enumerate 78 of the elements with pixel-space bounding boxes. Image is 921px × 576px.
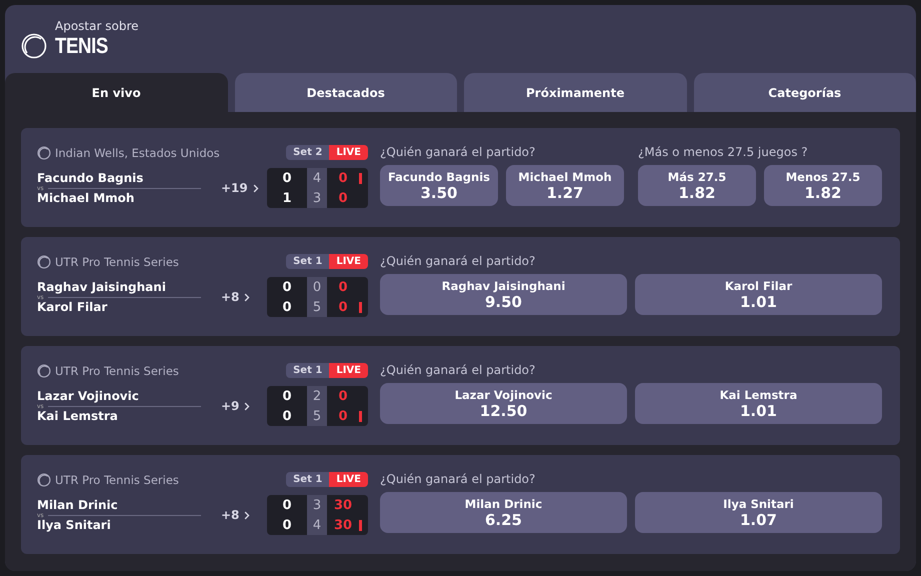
tennis-ball-icon <box>37 254 51 268</box>
live-badge: LIVE <box>329 145 368 160</box>
tab[interactable]: En vivo <box>5 73 228 112</box>
more-markets-link[interactable]: +8 <box>221 508 266 522</box>
tournament-name: UTR Pro Tennis Series <box>55 364 179 378</box>
tennis-ball-icon <box>37 146 51 160</box>
tournament-name: UTR Pro Tennis Series <box>55 472 179 486</box>
more-markets-link[interactable]: +8 <box>221 290 266 304</box>
sets-score: 0 <box>281 298 293 316</box>
live-badge: LIVE <box>329 472 368 487</box>
points-score: 0 <box>337 170 349 188</box>
player-name: Michael Mmoh <box>37 191 136 205</box>
live-badge: LIVE <box>329 254 368 269</box>
tennis-ball-icon <box>37 364 51 378</box>
player-name: Lazar Vojinovic <box>37 389 140 403</box>
tennis-ball-icon <box>37 472 51 486</box>
live-badge: LIVE <box>329 363 368 378</box>
games-score: 4 <box>307 515 327 535</box>
games-score: 5 <box>307 406 327 426</box>
more-markets-link[interactable]: +9 <box>221 399 266 413</box>
player-name: Ilya Snitari <box>37 518 112 532</box>
set-badge: Set 1 <box>286 254 330 269</box>
games-score: 5 <box>307 297 327 317</box>
tab[interactable]: Próximamente <box>464 73 686 112</box>
player-name: Facundo Bagnis <box>37 171 144 185</box>
odds-button[interactable]: Milan Drinic 6.25 <box>380 492 627 533</box>
odds-button[interactable]: Raghav Jaisinghani 9.50 <box>380 274 627 315</box>
odds-button[interactable]: Facundo Bagnis 3.50 <box>380 165 498 206</box>
odds-button[interactable]: Menos 27.5 1.82 <box>764 165 882 206</box>
set-badge: Set 2 <box>286 145 330 160</box>
tennis-ball-icon <box>21 33 47 59</box>
odds-button[interactable]: Karol Filar 1.01 <box>635 274 882 315</box>
player-name: Milan Drinic <box>37 498 119 512</box>
sets-score: 0 <box>281 496 293 514</box>
chevron-right-icon <box>252 184 259 192</box>
odds-button[interactable]: Más 27.5 1.82 <box>638 165 756 206</box>
points-score: 0 <box>337 278 349 296</box>
player-name: Raghav Jaisinghani <box>37 280 167 294</box>
odds-button[interactable]: Michael Mmoh 1.27 <box>506 165 624 206</box>
sets-score: 0 <box>281 170 293 188</box>
odds-button[interactable]: Ilya Snitari 1.07 <box>635 492 882 533</box>
points-score: 30 <box>332 516 354 534</box>
games-score: 3 <box>307 188 327 208</box>
header-subtitle: Apostar sobre <box>55 19 138 33</box>
tournament-name: Indian Wells, Estados Unidos <box>55 146 220 160</box>
odds-button[interactable]: Lazar Vojinovic 12.50 <box>380 383 627 424</box>
tournament-name: UTR Pro Tennis Series <box>55 254 179 268</box>
chevron-right-icon <box>244 292 250 302</box>
sets-score: 0 <box>281 408 293 426</box>
points-score: 0 <box>337 408 349 426</box>
market-question: ¿Más o menos 27.5 juegos ? <box>638 145 809 159</box>
market-question: ¿Quién ganará el partido? <box>380 254 536 268</box>
points-score: 0 <box>337 190 349 208</box>
market-question: ¿Quién ganará el partido? <box>380 145 536 159</box>
set-badge: Set 1 <box>286 472 330 487</box>
market-question: ¿Quién ganará el partido? <box>380 472 536 486</box>
more-markets-link[interactable]: +19 <box>221 181 266 195</box>
player-name: Kai Lemstra <box>37 409 119 423</box>
chevron-right-icon <box>244 510 250 520</box>
points-score: 0 <box>337 298 349 316</box>
games-score: 2 <box>307 386 327 406</box>
sets-score: 0 <box>281 516 293 534</box>
set-badge: Set 1 <box>286 363 330 378</box>
player-name: Karol Filar <box>37 300 108 314</box>
chevron-right-icon <box>244 402 250 410</box>
points-score: 0 <box>337 388 349 406</box>
page-title: TENIS <box>55 33 109 59</box>
sets-score: 0 <box>281 388 293 406</box>
games-score: 4 <box>307 168 327 188</box>
odds-button[interactable]: Kai Lemstra 1.01 <box>635 383 882 424</box>
market-question: ¿Quién ganará el partido? <box>380 363 536 377</box>
points-score: 30 <box>332 496 354 514</box>
sets-score: 1 <box>281 190 293 208</box>
sets-score: 0 <box>281 278 293 296</box>
tab[interactable]: Categorías <box>694 73 916 112</box>
tab[interactable]: Destacados <box>234 73 457 112</box>
games-score: 0 <box>307 277 327 297</box>
games-score: 3 <box>307 495 327 515</box>
